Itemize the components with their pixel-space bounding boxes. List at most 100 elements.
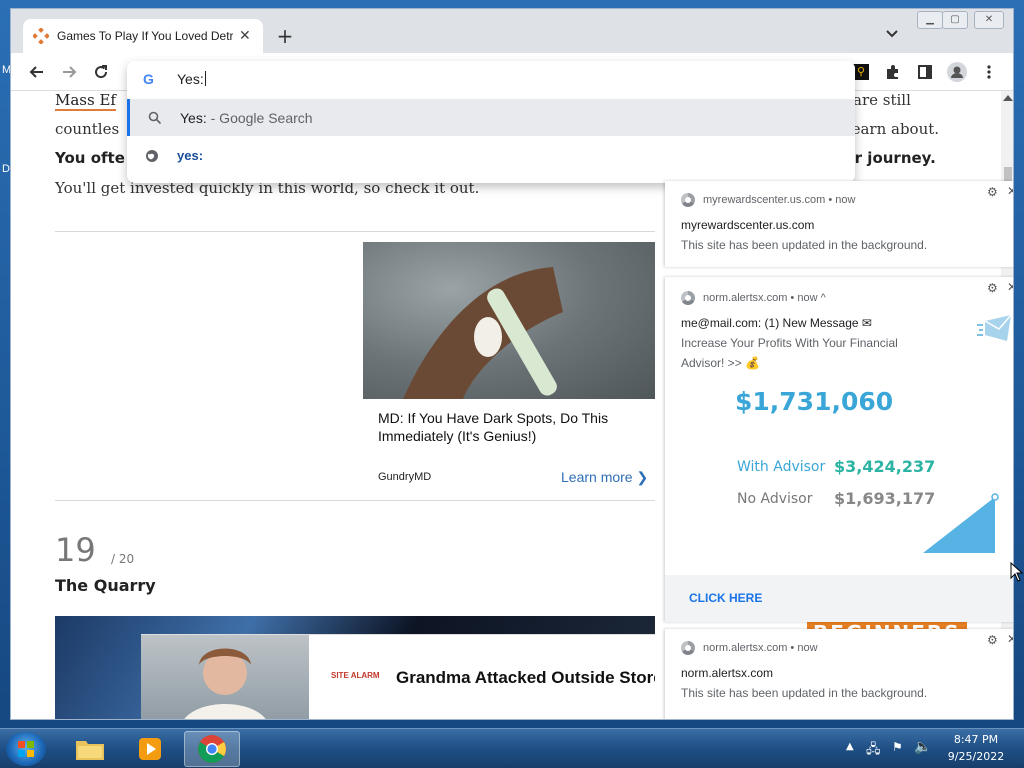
windows-logo-icon: [18, 741, 34, 757]
search-icon: [130, 111, 180, 125]
notification-header: myrewardscenter.us.com • now: [681, 193, 855, 207]
start-button[interactable]: [6, 732, 46, 766]
address-input[interactable]: Yes:: [177, 71, 206, 87]
article-link[interactable]: Mass Ef: [55, 91, 116, 111]
close-tab-icon[interactable]: ✕: [239, 28, 251, 44]
taskbar-chrome[interactable]: [184, 731, 240, 767]
mouse-cursor-icon: [1010, 562, 1024, 582]
notification-title: me@mail.com: (1) New Message ✉: [681, 316, 872, 330]
forward-arrow-icon: [63, 66, 77, 78]
profile-avatar-icon: [947, 62, 967, 82]
minimize-button[interactable]: ▁: [917, 11, 943, 29]
google-icon: G: [143, 71, 154, 87]
close-icon[interactable]: ✕: [1007, 184, 1013, 198]
menu-button[interactable]: [977, 60, 1001, 84]
back-arrow-icon: [29, 66, 43, 78]
close-icon[interactable]: ✕: [1007, 632, 1013, 646]
extensions-button[interactable]: [881, 60, 905, 84]
with-advisor-value: $3,424,237: [834, 457, 936, 476]
close-icon[interactable]: ✕: [1007, 280, 1013, 294]
side-panel-icon: [918, 65, 932, 79]
notification-action-bar: CLICK HERE: [665, 575, 1013, 622]
learn-more-link[interactable]: Learn more ❯: [561, 469, 648, 486]
tray-expand-icon[interactable]: ▲: [846, 741, 854, 752]
kebab-menu-icon: [987, 65, 991, 79]
side-panel-button[interactable]: [913, 60, 937, 84]
article-text: countles: [55, 120, 120, 138]
bottom-ad[interactable]: SITE ALARM Grandma Attacked Outside Stor…: [141, 634, 655, 719]
extension-link-icon: ⚲: [853, 64, 869, 80]
chrome-icon: [198, 735, 226, 763]
notification-card[interactable]: norm.alertsx.com • now ⚙ ✕ norm.alertsx.…: [665, 629, 1013, 719]
tab-strip: Games To Play If You Loved Detroit: Beco…: [11, 9, 1013, 53]
scroll-up-icon[interactable]: [1003, 95, 1013, 101]
omnibox-suggestion[interactable]: yes:: [127, 137, 855, 174]
list-rank: 19: [55, 531, 96, 569]
omnibox-suggestion[interactable]: Yes: - Google Search: [127, 99, 855, 136]
notification-card[interactable]: myrewardscenter.us.com • now ⚙ ✕ myrewar…: [665, 181, 1013, 267]
notification-body: Advisor! >> 💰: [681, 356, 760, 370]
chrome-icon: [681, 641, 695, 655]
click-here-button[interactable]: CLICK HERE: [689, 591, 762, 605]
profile-button[interactable]: [945, 60, 969, 84]
reload-button[interactable]: [89, 60, 113, 84]
ad-headline[interactable]: MD: If You Have Dark Spots, Do This Imme…: [378, 409, 648, 445]
list-total: / 20: [111, 552, 135, 566]
maximize-button[interactable]: ▢: [942, 11, 968, 29]
close-window-button[interactable]: ✕: [974, 11, 1004, 29]
ad-headline[interactable]: Grandma Attacked Outside Store: [396, 668, 655, 688]
volume-icon[interactable]: 🔈: [914, 739, 931, 755]
mail-icon: [977, 314, 1012, 341]
address-bar[interactable]: G Yes:: [127, 61, 855, 98]
growth-chart-icon: [923, 493, 999, 553]
notification-body: This site has been updated in the backgr…: [681, 686, 928, 700]
notification-header: norm.alertsx.com • now: [681, 641, 818, 655]
forward-button[interactable]: [57, 60, 81, 84]
scroll-thumb[interactable]: [1004, 167, 1012, 181]
article-bold-text: ur journey.: [844, 149, 936, 167]
divider: [55, 231, 655, 232]
browser-tab[interactable]: Games To Play If You Loved Detroit: Beco…: [23, 19, 263, 53]
taskbar-media-player[interactable]: [122, 731, 178, 767]
clock-date[interactable]: 9/25/2022: [946, 750, 1006, 763]
desktop-edge-label: D: [2, 163, 10, 175]
tab-search-chevron-icon[interactable]: [885, 27, 899, 41]
notification-title: myrewardscenter.us.com: [681, 218, 815, 232]
article-text: are still: [853, 91, 911, 109]
notification-body: Increase Your Profits With Your Financia…: [681, 336, 898, 350]
game-title: The Quarry: [55, 576, 156, 595]
taskbar-explorer[interactable]: [62, 731, 118, 767]
clock-time[interactable]: 8:47 PM: [946, 733, 1006, 746]
ad-photo: [141, 635, 309, 719]
taskbar: ▲ 🖧 ⚑ 🔈 8:47 PM 9/25/2022: [0, 728, 1024, 768]
notification-body: This site has been updated in the backgr…: [681, 238, 928, 252]
reload-icon: [95, 65, 108, 79]
with-advisor-label: With Advisor: [737, 459, 826, 475]
omnibox-dropdown: G Yes: Yes: - Google Search yes:: [127, 61, 855, 183]
action-center-flag-icon[interactable]: ⚑: [892, 740, 903, 754]
network-icon[interactable]: 🖧: [866, 740, 881, 762]
divider: [55, 500, 655, 501]
globe-icon: [127, 149, 177, 163]
chrome-icon: [681, 193, 695, 207]
media-player-icon: [139, 738, 161, 760]
article-bold-text: You ofte: [55, 149, 125, 167]
ad-brand: GundryMD: [378, 471, 432, 483]
back-button[interactable]: [25, 60, 49, 84]
new-tab-button[interactable]: +: [273, 25, 297, 49]
ad-image[interactable]: [363, 242, 655, 399]
projected-amount: $1,731,060: [735, 387, 894, 416]
browser-window: Games To Play If You Loved Detroit: Beco…: [10, 8, 1014, 720]
tab-title: Games To Play If You Loved Detroit: Beco…: [57, 29, 233, 43]
gear-icon[interactable]: ⚙: [987, 281, 998, 295]
no-advisor-label: No Advisor: [737, 491, 813, 507]
gear-icon[interactable]: ⚙: [987, 185, 998, 199]
notification-card[interactable]: norm.alertsx.com • now ^ ⚙ ✕ me@mail.com…: [665, 277, 1013, 622]
notification-header: norm.alertsx.com • now ^: [681, 291, 826, 305]
ad-logo: SITE ALARM: [331, 671, 380, 680]
gear-icon[interactable]: ⚙: [987, 633, 998, 647]
notification-title: norm.alertsx.com: [681, 666, 774, 680]
site-favicon-icon: [33, 28, 49, 44]
folder-icon: [76, 741, 104, 760]
chrome-icon: [681, 291, 695, 305]
